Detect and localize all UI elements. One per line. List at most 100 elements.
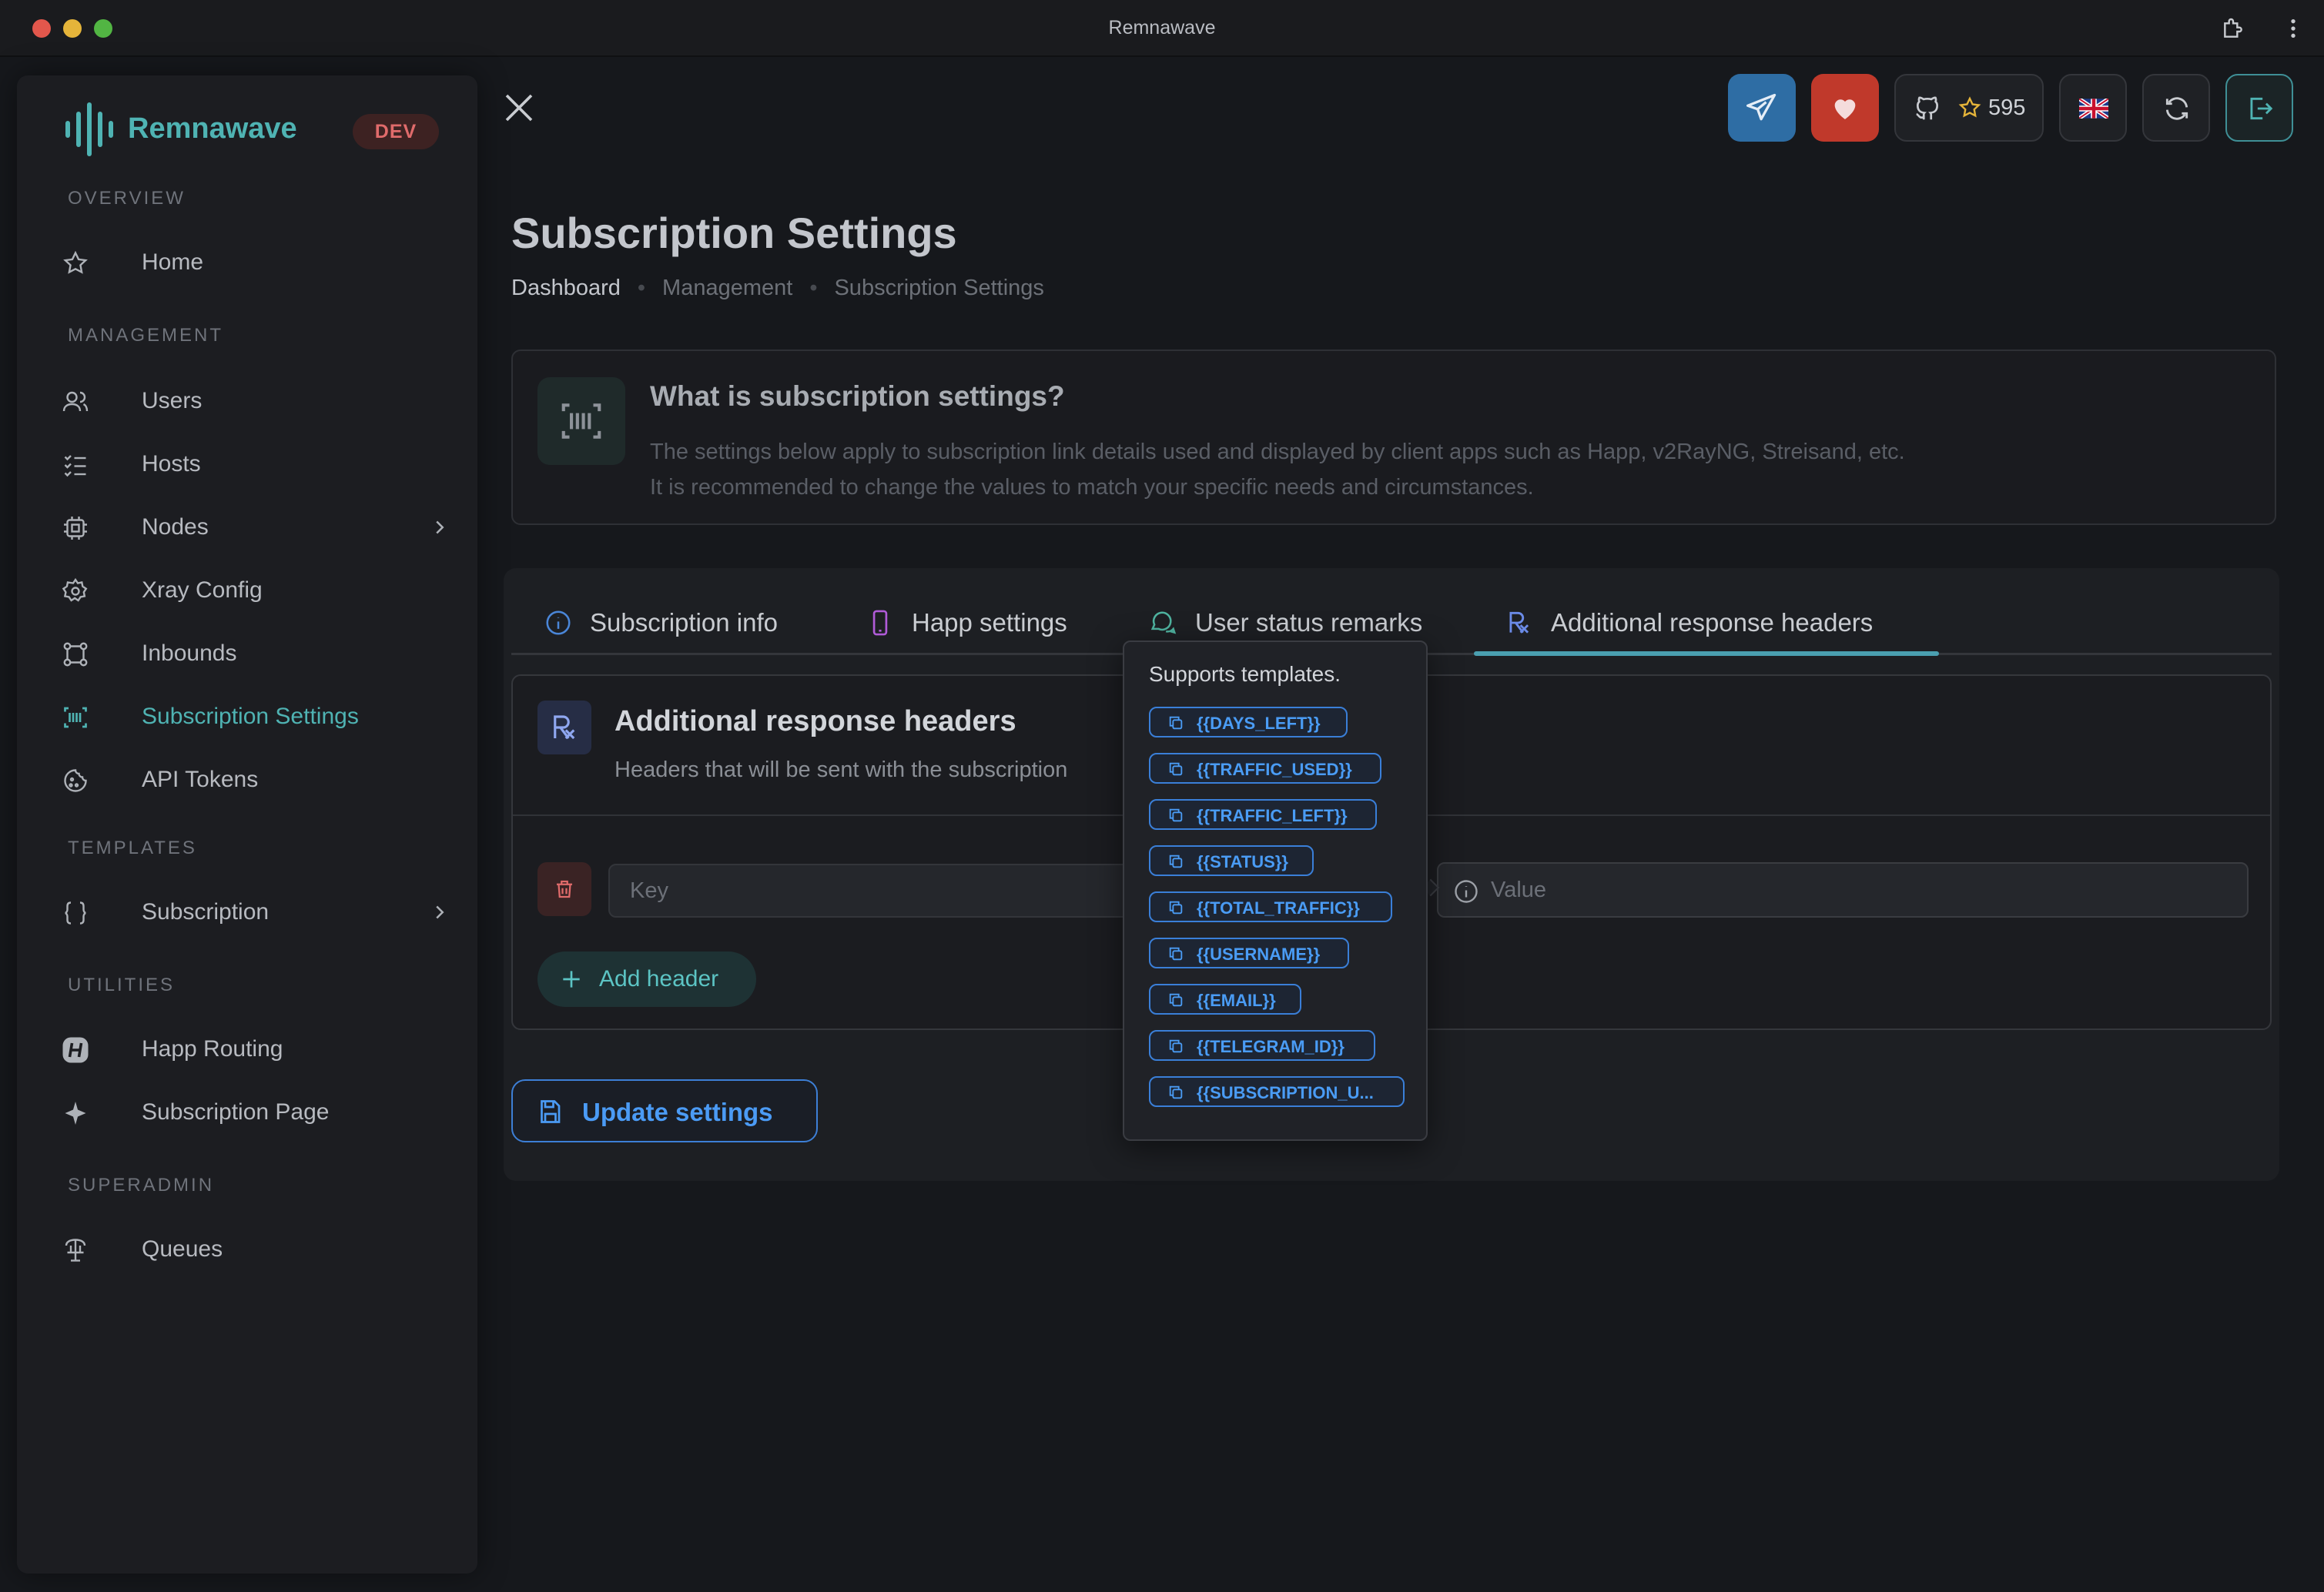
sidebar-item-label: Inbounds (142, 640, 237, 666)
sidebar-item-hosts[interactable]: Hosts (48, 439, 464, 490)
sidebar-item-subscription-page[interactable]: Subscription Page (48, 1087, 464, 1138)
github-stars-button[interactable]: 595 (1894, 74, 2044, 142)
breadcrumb-dashboard[interactable]: Dashboard (511, 276, 621, 301)
rx-icon (1509, 611, 1529, 634)
language-button[interactable] (2059, 74, 2127, 142)
section-utilities: UTILITIES (68, 975, 176, 995)
sidebar-item-label: Home (142, 249, 204, 275)
template-chip-telegram-id[interactable]: {{TELEGRAM_ID}} (1149, 1030, 1375, 1061)
templates-popover: Supports templates. {{DAYS_LEFT}} {{TRAF… (1123, 640, 1428, 1141)
tab-additional-response-headers[interactable]: Additional response headers (1505, 597, 1936, 656)
sponsor-button[interactable] (1811, 74, 1879, 142)
tab-happ-settings[interactable]: Happ settings (866, 597, 1112, 656)
copy-icon (1169, 762, 1183, 776)
breadcrumb-current: Subscription Settings (834, 276, 1044, 300)
info-card: What is subscription settings? The setti… (511, 350, 2276, 525)
refresh-button[interactable] (2142, 74, 2210, 142)
breadcrumb: Dashboard • Management • Subscription Settin… (511, 276, 1044, 301)
plus-icon (563, 971, 580, 988)
star-icon (1958, 96, 1981, 118)
page-title: Subscription Settings (511, 209, 957, 257)
chevron-right-icon (436, 520, 444, 534)
info-icon-box (537, 377, 625, 465)
window-title: Remnawave (1108, 17, 1216, 38)
copy-icon (1169, 716, 1183, 730)
update-settings-button[interactable]: Update settings (511, 1079, 818, 1142)
sidebar-item-queues[interactable]: Queues (48, 1224, 464, 1275)
fountain-icon (65, 1239, 86, 1262)
section-templates: TEMPLATES (68, 838, 197, 858)
logout-icon (2250, 97, 2273, 120)
add-header-button[interactable]: Add header (537, 952, 756, 1007)
github-icon (1916, 96, 1939, 120)
template-chip-subscription-url[interactable]: {{SUBSCRIPTION_U... (1149, 1076, 1405, 1107)
sidebar-item-users[interactable]: Users (48, 376, 464, 426)
close-icon[interactable] (501, 89, 537, 126)
logout-button[interactable] (2225, 74, 2293, 142)
gear-icon (62, 577, 88, 602)
rx-icon (554, 715, 575, 740)
template-chip-total-traffic[interactable]: {{TOTAL_TRAFFIC}} (1149, 891, 1392, 922)
sidebar: Remnawave DEV OVERVIEW Home MANAGEMENT U… (17, 75, 477, 1574)
header-value-input[interactable] (1491, 864, 2238, 916)
window-titlebar: Remnawave (0, 0, 2324, 57)
delete-header-button[interactable] (537, 862, 591, 916)
list-check-icon (64, 455, 86, 477)
template-chip-days-left[interactable]: {{DAYS_LEFT}} (1149, 707, 1348, 737)
sidebar-item-label: Nodes (142, 514, 209, 540)
tab-subscription-info[interactable]: Subscription info (544, 597, 821, 656)
phone-icon (872, 610, 888, 636)
github-star-count: 595 (1988, 95, 2026, 120)
sidebar-item-inbounds[interactable]: Inbounds (48, 628, 464, 679)
active-tab-indicator (1474, 651, 1939, 656)
star-icon (63, 250, 88, 274)
dev-badge: DEV (353, 114, 439, 149)
chevron-right-icon (436, 905, 444, 919)
sidebar-item-subscription-settings[interactable]: Subscription Settings (48, 691, 464, 742)
sidebar-item-home[interactable]: Home (48, 237, 464, 288)
cpu-icon (64, 517, 87, 540)
sidebar-item-subscription[interactable]: Subscription (48, 887, 464, 938)
sidebar-item-label: API Tokens (142, 767, 259, 792)
section-management: MANAGEMENT (68, 325, 224, 346)
sidebar-item-label: Subscription Page (142, 1099, 330, 1125)
extension-icon[interactable] (2221, 16, 2245, 41)
headers-icon-box (537, 701, 591, 754)
happ-icon (62, 1037, 89, 1063)
heart-icon (1834, 99, 1856, 119)
save-icon (541, 1100, 561, 1123)
sidebar-item-label: Subscription Settings (142, 704, 359, 729)
telegram-button[interactable] (1728, 74, 1796, 142)
sidebar-item-label: Users (142, 388, 203, 413)
template-chip-username[interactable]: {{USERNAME}} (1149, 938, 1349, 968)
barcode-icon (561, 403, 601, 439)
sidebar-item-xray-config[interactable]: Xray Config (48, 565, 464, 616)
sidebar-item-nodes[interactable]: Nodes (48, 502, 464, 553)
template-chip-email[interactable]: {{EMAIL}} (1149, 984, 1301, 1015)
sidebar-item-happ-routing[interactable]: Happ Routing (48, 1024, 464, 1075)
template-chip-traffic-left[interactable]: {{TRAFFIC_LEFT}} (1149, 799, 1377, 830)
sidebar-item-api-tokens[interactable]: API Tokens (48, 754, 464, 805)
headers-card-title: Additional response headers (614, 705, 1016, 737)
sidebar-item-label: Queues (142, 1236, 223, 1262)
sidebar-item-label: Hosts (142, 451, 201, 477)
more-vertical-icon[interactable] (2285, 16, 2301, 41)
trash-icon (557, 880, 572, 898)
template-chip-traffic-used[interactable]: {{TRAFFIC_USED}} (1149, 753, 1381, 784)
info-circle-icon (546, 610, 571, 635)
template-chip-status[interactable]: {{STATUS}} (1149, 845, 1314, 876)
barcode-icon (64, 707, 87, 728)
section-superadmin: SUPERADMIN (68, 1175, 215, 1196)
copy-icon (1169, 1039, 1183, 1053)
header-value-field[interactable] (1437, 862, 2249, 918)
telegram-icon (1746, 93, 1776, 121)
breadcrumb-management[interactable]: Management (662, 276, 792, 301)
section-overview: OVERVIEW (68, 188, 186, 209)
info-circle-icon[interactable] (1452, 878, 1480, 905)
sidebar-item-label: Happ Routing (142, 1036, 283, 1062)
users-icon (62, 391, 89, 412)
header-key-input[interactable] (608, 864, 1163, 918)
copy-icon (1169, 808, 1183, 822)
info-description: The settings below apply to subscription… (650, 440, 1905, 500)
sidebar-item-label: Subscription (142, 899, 270, 925)
